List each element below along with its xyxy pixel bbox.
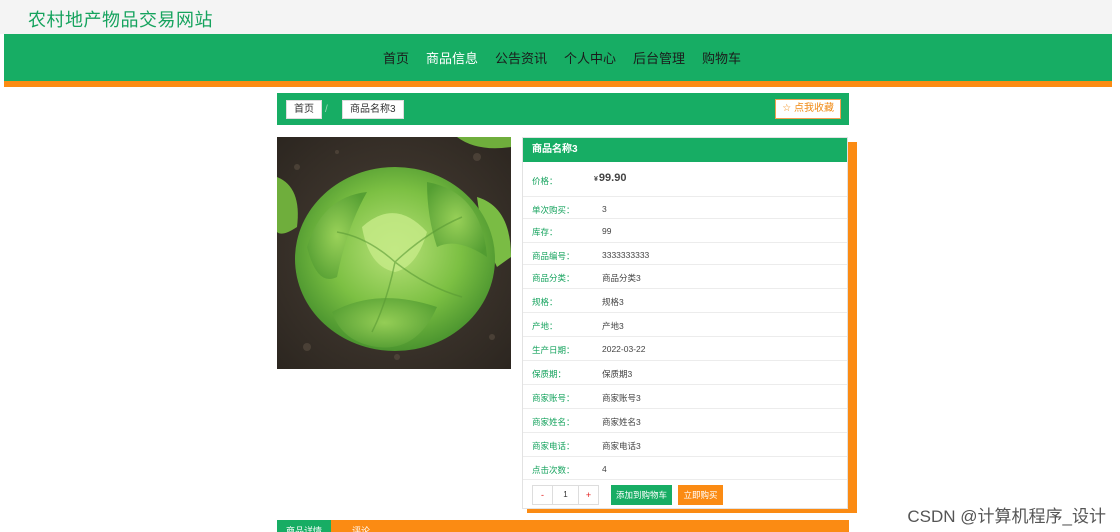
field-value: 3333333333 [602, 250, 650, 260]
field-value: 99 [602, 226, 612, 236]
info-row: 单次购买： 3 [523, 197, 847, 219]
field-label: 商家账号： [532, 393, 575, 403]
field-value: 规格3 [602, 297, 624, 307]
field-label: 单次购买： [532, 205, 575, 215]
detail-tabs: 商品详情 评论 [277, 520, 849, 532]
quantity-decrease-button[interactable]: - [533, 486, 552, 504]
product-image [277, 137, 511, 369]
field-value: 2022-03-22 [602, 344, 646, 354]
buy-now-button[interactable]: 立即购买 [678, 485, 723, 505]
favorite-button[interactable]: ☆ 点我收藏 [775, 99, 841, 119]
quantity-stepper: - 1 + [532, 485, 599, 505]
breadcrumb-separator: / [325, 104, 328, 115]
nav-item-personal-center[interactable]: 个人中心 [564, 48, 616, 67]
field-label: 商家电话： [532, 441, 575, 451]
field-value: 3 [602, 204, 607, 214]
breadcrumb-current: 商品名称3 [342, 100, 404, 119]
info-row: 产地： 产地3 [523, 313, 847, 337]
price-label: 价格： [532, 176, 558, 186]
breadcrumb-home[interactable]: 首页 [286, 100, 322, 119]
nav-item-products[interactable]: 商品信息 [426, 48, 478, 67]
top-header: 农村地产物品交易网站 [0, 0, 1112, 34]
price-amount: 99.90 [598, 172, 627, 184]
add-to-cart-button[interactable]: 添加到购物车 [611, 485, 672, 505]
currency-symbol: ¥ [594, 176, 598, 183]
csdn-watermark: CSDN @计算机程序_设计 [907, 507, 1106, 526]
field-label: 商品编号： [532, 251, 575, 261]
info-row: 规格： 规格3 [523, 289, 847, 313]
nav-item-cart[interactable]: 购物车 [702, 48, 741, 67]
site-title[interactable]: 农村地产物品交易网站 [28, 6, 213, 32]
info-row: 商品编号： 3333333333 [523, 243, 847, 265]
field-label: 生产日期： [532, 345, 575, 355]
nav-divider [4, 81, 1112, 87]
field-value: 商家电话3 [602, 441, 641, 451]
field-value: 产地3 [602, 321, 624, 331]
lettuce-photo [277, 137, 511, 369]
quantity-increase-button[interactable]: + [579, 486, 598, 504]
field-value: 商家账号3 [602, 393, 641, 403]
info-row: 点击次数： 4 [523, 457, 847, 480]
nav-item-admin[interactable]: 后台管理 [633, 48, 685, 67]
field-label: 规格： [532, 297, 558, 307]
breadcrumb: 首页 / 商品名称3 ☆ 点我收藏 [277, 93, 849, 125]
price-row: 价格： ¥99.90 [523, 162, 847, 197]
quantity-input[interactable]: 1 [552, 486, 579, 504]
tab-comments[interactable]: 评论 [341, 520, 381, 532]
info-row: 生产日期： 2022-03-22 [523, 337, 847, 361]
field-label: 点击次数： [532, 465, 575, 475]
field-label: 库存： [532, 227, 558, 237]
field-label: 保质期： [532, 369, 567, 379]
product-name-title: 商品名称3 [523, 138, 847, 162]
field-label: 商品分类： [532, 273, 575, 283]
field-value: 4 [602, 464, 607, 474]
info-row: 商家电话： 商家电话3 [523, 433, 847, 457]
nav-item-news[interactable]: 公告资讯 [495, 48, 547, 67]
field-label: 产地： [532, 321, 558, 331]
info-row: 保质期： 保质期3 [523, 361, 847, 385]
field-value: 保质期3 [602, 369, 633, 379]
price-value: ¥99.90 [594, 172, 626, 184]
tab-product-detail[interactable]: 商品详情 [277, 520, 331, 532]
nav-item-home[interactable]: 首页 [383, 48, 409, 67]
field-label: 商家姓名： [532, 417, 575, 427]
field-value: 商家姓名3 [602, 417, 641, 427]
info-row: 库存： 99 [523, 219, 847, 243]
product-info-panel: 商品名称3 价格： ¥99.90 单次购买： 3 库存： 99 商品编号： 33… [522, 137, 848, 509]
info-row: 商家姓名： 商家姓名3 [523, 409, 847, 433]
info-row: 商品分类： 商品分类3 [523, 265, 847, 289]
field-value: 商品分类3 [602, 273, 641, 283]
info-row: 商家账号： 商家账号3 [523, 385, 847, 409]
main-nav: 首页 商品信息 公告资讯 个人中心 后台管理 购物车 [4, 34, 1112, 81]
